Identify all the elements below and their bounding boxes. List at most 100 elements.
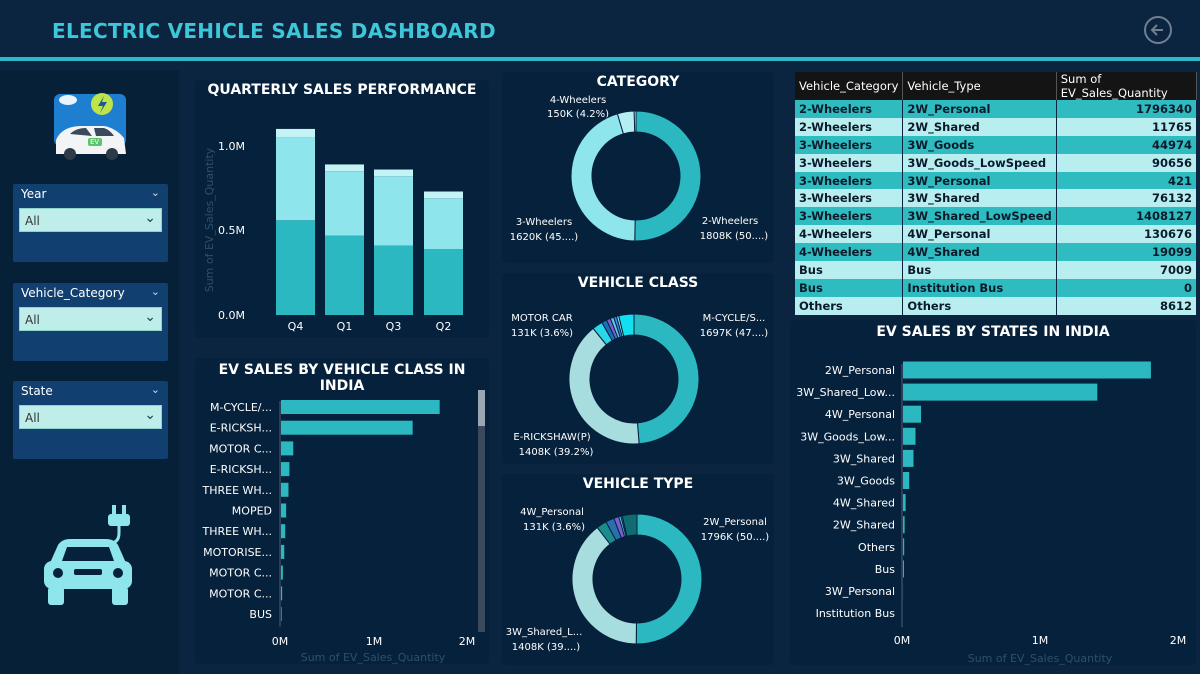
bar[interactable] (903, 405, 922, 423)
table-row[interactable]: 3-Wheelers 3W_Shared 76132 (795, 189, 1198, 208)
category-label: MOTOR C... (209, 442, 272, 455)
slicer-label: Vehicle_Category (21, 286, 125, 300)
bar[interactable] (281, 400, 440, 414)
chevron-down-icon[interactable]: ⌄ (144, 407, 156, 423)
quarter-bar-segment[interactable] (325, 164, 364, 172)
bar[interactable] (281, 565, 283, 580)
scrollbar-thumb[interactable] (478, 390, 485, 426)
slicer-state[interactable]: State ⌄ All ⌄ (13, 381, 168, 459)
table-body: 2-Wheelers 2W_Personal 1796340 2-Wheelers 2W… (795, 100, 1198, 315)
slice-label: 3-Wheelers (516, 217, 572, 228)
column-header[interactable]: Vehicle_Type (902, 72, 1057, 100)
quarter-bar-segment[interactable] (325, 235, 364, 315)
bar[interactable] (281, 503, 287, 518)
quarter-bar-segment[interactable] (276, 128, 315, 138)
table-row[interactable]: 3-Wheelers 3W_Personal 421 (795, 171, 1198, 190)
scrollbar-track[interactable] (478, 390, 485, 632)
x-tick: 2M (459, 635, 476, 648)
bar[interactable] (903, 516, 905, 534)
chevron-down-icon[interactable]: ⌄ (151, 186, 160, 199)
table-cell: 1408127 (1056, 207, 1198, 226)
bar[interactable] (281, 441, 294, 456)
slice-value: 150K (4.2%) (547, 109, 609, 120)
bar[interactable] (903, 361, 1151, 379)
table-cell: 3-Wheelers (795, 135, 904, 154)
table-row[interactable]: 3-Wheelers 3W_Goods_LowSpeed 90656 (795, 153, 1198, 172)
table-cell: 2W_Personal (902, 100, 1057, 118)
bar[interactable] (903, 449, 914, 467)
table-row[interactable]: Others Others 8612 (795, 296, 1198, 315)
table-row[interactable]: Bus Institution Bus 0 (795, 278, 1198, 297)
bar[interactable] (903, 383, 1098, 401)
y-tick: 1.0M (218, 140, 245, 153)
table-row[interactable]: 3-Wheelers 3W_Shared_LowSpeed 1408127 (795, 207, 1198, 226)
table-cell: 76132 (1056, 189, 1198, 208)
quarter-bar-segment[interactable] (374, 169, 413, 177)
table-cell: Others (795, 296, 904, 315)
category-label: 3W_Goods (837, 475, 895, 488)
bar[interactable] (281, 482, 289, 497)
year-dropdown[interactable]: All ⌄ (19, 208, 162, 232)
category-label: MOTOR C... (209, 587, 272, 600)
slice-label: 4W_Personal (520, 507, 584, 518)
slicer-year[interactable]: Year ⌄ All ⌄ (13, 184, 168, 262)
vehicle-type-panel: VEHICLE TYPE 4W_Personal 131K (3.6%) 2W_… (502, 474, 774, 665)
table-row[interactable]: 2-Wheelers 2W_Personal 1796340 (795, 100, 1198, 118)
quarter-bar-segment[interactable] (374, 176, 413, 246)
chevron-down-icon[interactable]: ⌄ (144, 309, 156, 325)
chevron-down-icon[interactable]: ⌄ (144, 210, 156, 226)
category-label: BUS (249, 608, 272, 621)
bar[interactable] (903, 494, 906, 512)
bar[interactable] (281, 462, 290, 477)
bar[interactable] (281, 420, 413, 435)
bar[interactable] (281, 586, 283, 601)
quarter-bar-segment[interactable] (325, 171, 364, 236)
category-label: M-CYCLE/... (210, 401, 272, 414)
slicer-value: All (25, 214, 40, 228)
bar[interactable] (903, 472, 910, 489)
quarter-bar-segment[interactable] (276, 220, 315, 315)
category-label: THREE WH... (202, 484, 272, 497)
bar[interactable] (281, 524, 286, 539)
x-tick: Q2 (436, 320, 452, 333)
bar[interactable] (903, 560, 904, 578)
table-row[interactable]: Bus Bus 7009 (795, 261, 1198, 279)
bar[interactable] (281, 544, 285, 559)
table-row[interactable]: 2-Wheelers 2W_Shared 11765 (795, 117, 1198, 136)
chevron-down-icon[interactable]: ⌄ (151, 285, 160, 298)
category-panel: CATEGORY 4-Wheelers 150K (4.2%) 3-Wheele… (502, 72, 774, 263)
quarter-bar-segment[interactable] (424, 191, 463, 199)
table-cell: 3W_Goods_LowSpeed (902, 153, 1057, 172)
table-row[interactable]: 4-Wheelers 4W_Personal 130676 (795, 225, 1198, 244)
donut-slice[interactable] (568, 327, 640, 445)
donut-slice[interactable] (635, 513, 703, 645)
x-axis-label: Sum of EV_Sales_Quantity (968, 652, 1113, 665)
state-dropdown[interactable]: All ⌄ (19, 405, 162, 429)
donut-slice[interactable] (634, 110, 702, 242)
donut-slice[interactable] (633, 313, 700, 445)
quarter-bar-segment[interactable] (424, 198, 463, 250)
slicer-vehicle-category[interactable]: Vehicle_Category ⌄ All ⌄ (13, 283, 168, 361)
slice-label: M-CYCLE/S... (703, 313, 766, 324)
column-header[interactable]: Vehicle_Category (795, 72, 904, 100)
table-cell: 1796340 (1056, 100, 1198, 118)
table-row[interactable]: 4-Wheelers 4W_Shared 19099 (795, 243, 1198, 262)
table-cell: Bus (902, 261, 1057, 279)
ev-car-charging-icon: EV (52, 90, 128, 160)
vehicle-category-dropdown[interactable]: All ⌄ (19, 307, 162, 331)
table-cell: 4-Wheelers (795, 243, 904, 262)
table-cell: Others (902, 296, 1057, 315)
column-header[interactable]: Sum of EV_Sales_Quantity (1056, 72, 1198, 100)
bar[interactable] (281, 607, 282, 621)
quarter-bar-segment[interactable] (424, 249, 463, 315)
bar[interactable] (903, 427, 916, 445)
table-row[interactable]: 3-Wheelers 3W_Goods 44974 (795, 135, 1198, 154)
category-label: Others (858, 541, 895, 554)
bar[interactable] (903, 538, 905, 556)
quarter-bar-segment[interactable] (276, 137, 315, 221)
donut-slice[interactable] (633, 110, 637, 133)
quarter-bar-segment[interactable] (374, 245, 413, 315)
back-button[interactable] (1144, 16, 1172, 44)
chevron-down-icon[interactable]: ⌄ (151, 383, 160, 396)
slice-label: E-RICKSHAW(P) (513, 432, 590, 443)
